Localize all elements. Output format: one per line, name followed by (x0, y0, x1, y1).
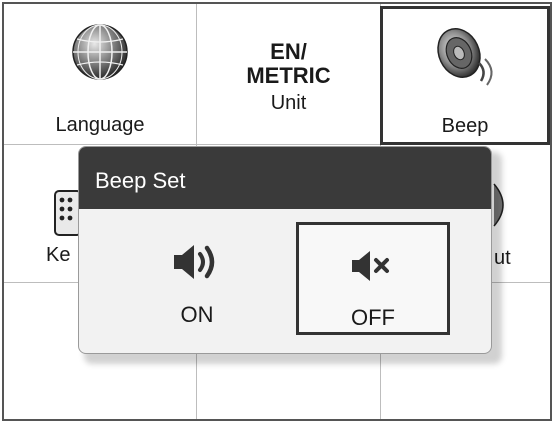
tile-unit[interactable]: EN/ METRIC Unit (197, 4, 380, 144)
tile-beep-label: Beep (441, 115, 489, 137)
option-on-label: ON (180, 302, 214, 327)
volume-mute-icon (349, 248, 395, 284)
tile-language-label: Language (55, 114, 145, 136)
option-off-label: OFF (351, 305, 395, 330)
volume-on-icon (171, 242, 223, 282)
globe-icon (70, 22, 130, 82)
dialog-title: Beep Set (95, 168, 186, 193)
dialog-header: Beep Set (79, 147, 491, 209)
tile-unit-label: Unit (270, 92, 307, 114)
option-off[interactable]: OFF (296, 222, 450, 335)
unit-value-line2: METRIC (246, 63, 331, 88)
speaker-icon (431, 23, 503, 89)
tile-beep[interactable]: Beep (380, 6, 550, 145)
tile-keypad-label: Ke (46, 244, 71, 266)
beep-set-dialog: Beep Set ON OFF (78, 146, 492, 354)
unit-value-line1: EN/ (270, 39, 307, 64)
option-on[interactable]: ON (120, 222, 274, 335)
tile-language[interactable]: Language (4, 4, 196, 144)
